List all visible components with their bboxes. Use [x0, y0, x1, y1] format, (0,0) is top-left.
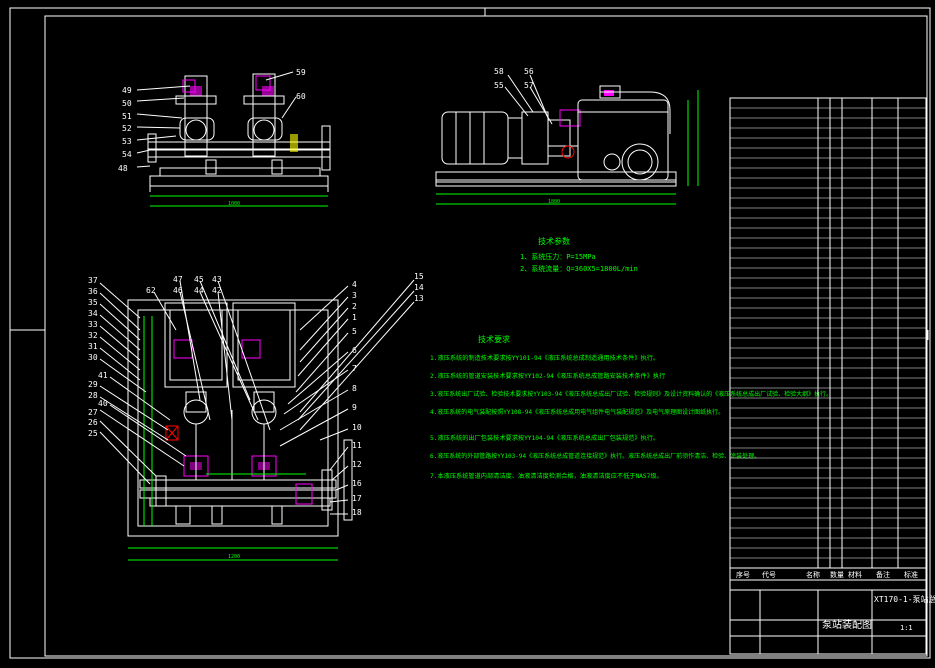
- balloon: 45: [194, 275, 204, 284]
- balloon: 54: [122, 150, 132, 159]
- tech-params-title: 技术参数: [538, 236, 570, 246]
- tech-param-line: 2、系统流量：Q=360X5=1800L/min: [520, 264, 638, 273]
- bom-header: 代号: [762, 570, 776, 579]
- balloon: 32: [88, 331, 98, 340]
- balloon: 37: [88, 276, 98, 285]
- svg-text:1800: 1800: [548, 199, 560, 205]
- balloon: 12: [352, 460, 362, 469]
- balloon: 35: [88, 298, 98, 307]
- balloon: 53: [122, 137, 132, 146]
- balloon: 36: [88, 287, 98, 296]
- balloon: 10: [352, 423, 362, 432]
- balloon: 62: [146, 286, 156, 295]
- balloon: 17: [352, 494, 362, 503]
- svg-text:1200: 1200: [228, 554, 240, 560]
- drawing-number: XT170-1-泵站总装-1: [874, 594, 935, 604]
- balloon: 25: [88, 429, 98, 438]
- side-view-balloons: 58 55 56 57: [494, 67, 534, 90]
- bom-header: 标准: [904, 570, 918, 579]
- balloon: 46: [173, 286, 183, 295]
- balloon: 18: [352, 508, 362, 517]
- balloon: 6: [352, 346, 357, 355]
- balloon: 48: [118, 164, 128, 173]
- bom-header: 名称: [806, 570, 820, 579]
- tech-req-line: 6.液压系统的外部管路按YY103-94《液压系统总成管道连接规范》执行。液压系…: [430, 452, 760, 460]
- tech-req-line: 1.液压系统的制造技术要求按YY101-94《液压系统总成制造通用技术条件》执行…: [430, 354, 659, 362]
- balloon: 4: [352, 280, 357, 289]
- balloon: 55: [494, 81, 504, 90]
- tech-param-line: 1、系统压力：P=15MPa: [520, 252, 596, 261]
- balloon: 33: [88, 320, 98, 329]
- title-block: 序号 代号 名称 数量 材料 备注 标准 XT170-1-泵站总装-1 泵站装配…: [729, 567, 935, 655]
- parts-list: [729, 97, 927, 569]
- balloon: 51: [122, 112, 132, 121]
- cad-drawing-sheet: 1000 49 50 51 52 53 54 48 59 60 1800 58 …: [0, 0, 935, 664]
- balloon: 57: [524, 81, 534, 90]
- balloon: 44: [194, 286, 204, 295]
- balloon: 56: [524, 67, 534, 76]
- balloon: 52: [122, 124, 132, 133]
- balloon: 5: [352, 327, 357, 336]
- bom-header: 材料: [848, 570, 862, 579]
- balloon: 14: [414, 283, 424, 292]
- balloon: 8: [352, 384, 357, 393]
- drawing-scale: 1:1: [900, 624, 913, 632]
- balloon: 31: [88, 342, 98, 351]
- balloon: 11: [352, 441, 362, 450]
- balloon: 30: [88, 353, 98, 362]
- balloon: 3: [352, 291, 357, 300]
- tech-req-line: 7.本液压系统管道内部清洁度、油液清洁度检测合格，油液清洁度应不低于NAS7级。: [430, 472, 663, 480]
- tech-req-title: 技术要求: [478, 334, 510, 344]
- balloon: 59: [296, 68, 306, 77]
- balloon: 50: [122, 99, 132, 108]
- balloon: 41: [98, 371, 108, 380]
- plan-view: 1200: [99, 279, 415, 561]
- balloon: 15: [414, 272, 424, 281]
- tech-req-line: 4.液压系统的电气装配按照YY108-94《液压系统总成用电气组件电气装配规范》…: [430, 408, 724, 416]
- balloon: 26: [88, 418, 98, 427]
- tech-req-line: 2.液压系统的管道安装技术要求按YY102-94《液压系统总成管路安装技术条件》…: [430, 372, 665, 380]
- balloon: 1: [352, 313, 357, 322]
- balloon: 28: [88, 391, 98, 400]
- balloon: 40: [98, 399, 108, 408]
- balloon: 7: [352, 364, 357, 373]
- balloon: 9: [352, 403, 357, 412]
- tech-req-line: 3.液压系统出厂试验、检验技术要求按YY103-94《液压系统总成出厂试验、检验…: [430, 390, 832, 398]
- svg-text:1000: 1000: [228, 201, 240, 207]
- balloon: 29: [88, 380, 98, 389]
- balloon: 49: [122, 86, 132, 95]
- balloon: 60: [296, 92, 306, 101]
- bom-header: 序号: [736, 570, 750, 579]
- drawing-title: 泵站装配图: [822, 618, 872, 631]
- balloon: 16: [352, 479, 362, 488]
- balloon: 43: [212, 275, 222, 284]
- balloon: 27: [88, 408, 98, 417]
- side-view: 1800: [435, 74, 699, 205]
- bom-header: 数量: [830, 570, 844, 579]
- balloon: 58: [494, 67, 504, 76]
- balloon: 13: [414, 294, 424, 303]
- balloon: 34: [88, 309, 98, 318]
- tech-params: 技术参数 1、系统压力：P=15MPa 2、系统流量：Q=360X5=1800L…: [520, 236, 638, 273]
- balloon: 2: [352, 302, 357, 311]
- tech-req-line: 5.液压系统的出厂包装技术要求按YY104-94《液压系统总成出厂包装规范》执行…: [430, 434, 659, 442]
- balloon: 47: [173, 275, 183, 284]
- bom-header: 备注: [876, 570, 890, 579]
- balloon: 42: [212, 286, 222, 295]
